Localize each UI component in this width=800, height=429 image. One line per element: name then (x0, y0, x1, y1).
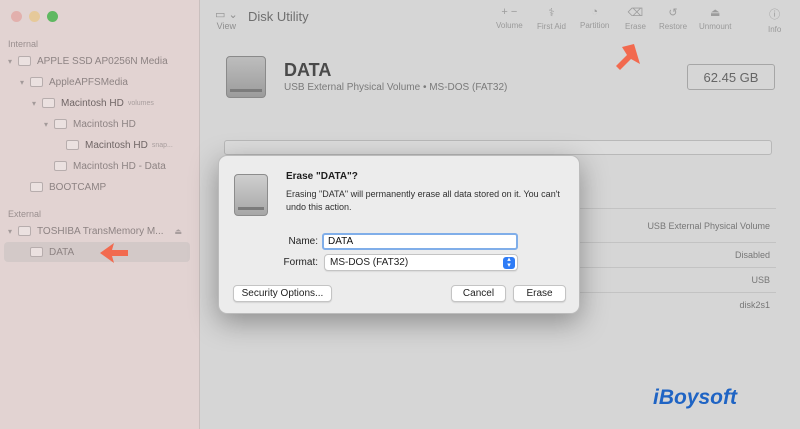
sidebar: Internal ▾ APPLE SSD AP0256N Media ▾ App… (0, 0, 200, 429)
name-label: Name: (288, 236, 318, 247)
first-aid-icon: ⚕ (548, 7, 555, 19)
sidebar-item-macintosh-hd-volumes[interactable]: ▾ Macintosh HD volumes (0, 93, 192, 113)
name-input[interactable] (322, 233, 518, 250)
volume-icon (54, 161, 67, 171)
sidebar-item-toshiba[interactable]: ▾ TOSHIBA TransMemory M... ⏏ (0, 221, 192, 241)
sidebar-item-label: TOSHIBA TransMemory M... (37, 225, 164, 237)
dialog-message: Erasing "DATA" will permanently erase al… (286, 189, 560, 212)
disk-icon (18, 56, 31, 66)
dialog-title: Erase "DATA"? (286, 171, 358, 182)
cancel-button[interactable]: Cancel (451, 285, 506, 302)
add-remove-volume-icon: + − (501, 6, 518, 18)
disclosure-triangle-icon[interactable]: ▾ (28, 99, 40, 108)
sidebar-item-label: AppleAPFSMedia (49, 76, 128, 88)
erase-dialog: Erase "DATA"? Erasing "DATA" will perman… (218, 155, 580, 314)
external-drive-icon (226, 56, 266, 98)
toolbar: ▭ ⌄ View Disk Utility + − Volume ⚕ First… (200, 0, 800, 40)
annotation-arrow-icon (100, 243, 128, 263)
view-label: View (216, 21, 237, 31)
zoom-window-button[interactable] (47, 11, 58, 22)
toolbar-label: Restore (659, 22, 688, 31)
security-options-button[interactable]: Security Options... (233, 285, 332, 302)
unmount-button[interactable]: ⏏ Unmount (699, 6, 731, 31)
erase-button[interactable]: ⌫ Erase (625, 6, 646, 31)
sidebar-item-bootcamp[interactable]: BOOTCAMP (0, 177, 192, 197)
sidebar-item-label: BOOTCAMP (49, 181, 107, 193)
sidebar-item-label: Macintosh HD - Data (73, 160, 166, 172)
toolbar-label: First Aid (537, 22, 566, 31)
sidebar-item-macintosh-hd-snapshot[interactable]: Macintosh HD snap... (0, 135, 192, 155)
toolbar-label: Volume (496, 21, 523, 30)
iboysoft-logo: iBoysoft (653, 386, 737, 409)
sidebar-item-sublabel: volumes (127, 99, 154, 107)
volume-icon (54, 119, 67, 129)
format-selected-value: MS-DOS (FAT32) (330, 257, 409, 268)
snapshot-volume-icon (66, 140, 79, 150)
toolbar-label: Info (768, 25, 782, 34)
volume-icon (30, 182, 43, 192)
toolbar-label: Unmount (699, 22, 732, 31)
sidebar-item-sublabel: snap... (151, 141, 173, 149)
partition-icon: ◔ (591, 6, 598, 18)
window-title: Disk Utility (248, 9, 309, 24)
volume-button[interactable]: + − Volume (496, 6, 523, 30)
close-window-button[interactable] (11, 11, 22, 22)
view-button[interactable]: ▭ ⌄ View (215, 8, 238, 31)
volume-name: DATA (284, 60, 332, 80)
sidebar-item-apfs-media[interactable]: ▾ AppleAPFSMedia (0, 72, 192, 92)
sidebar-item-label: DATA (49, 246, 75, 258)
volume-group-icon (42, 98, 55, 108)
disk-icon (18, 226, 31, 236)
toolbar-label: Erase (625, 22, 646, 31)
volume-size: 62.45 GB (687, 64, 775, 90)
info-button[interactable]: ⓘ Info (768, 6, 781, 34)
disclosure-triangle-icon[interactable]: ▾ (40, 120, 52, 129)
erase-icon: ⌫ (627, 7, 644, 19)
container-icon (30, 77, 43, 87)
volume-icon (30, 247, 43, 257)
sidebar-item-label: APPLE SSD AP0256N Media (37, 55, 168, 67)
chevron-up-down-icon: ▴ ▾ (503, 256, 515, 269)
sidebar-item-apple-ssd[interactable]: ▾ APPLE SSD AP0256N Media (0, 51, 192, 71)
disclosure-triangle-icon[interactable]: ▾ (4, 227, 16, 236)
usage-bar (224, 140, 772, 155)
first-aid-button[interactable]: ⚕ First Aid (537, 6, 566, 31)
restore-button[interactable]: ↺ Restore (659, 6, 687, 31)
sidebar-item-macintosh-hd[interactable]: ▾ Macintosh HD (0, 114, 192, 134)
erase-confirm-button[interactable]: Erase (513, 285, 566, 302)
disclosure-triangle-icon[interactable]: ▾ (16, 78, 28, 87)
info-icon: ⓘ (769, 9, 781, 21)
volume-description: USB External Physical Volume • MS-DOS (F… (284, 82, 508, 93)
format-label: Format: (283, 257, 318, 268)
partition-button[interactable]: ◔ Partition (580, 6, 609, 30)
annotation-arrow-icon (616, 44, 640, 70)
disclosure-triangle-icon[interactable]: ▾ (4, 57, 16, 66)
sidebar-section-external: External (8, 209, 42, 219)
sidebar-toggle-icon: ▭ ⌄ (215, 9, 238, 21)
restore-icon: ↺ (668, 7, 678, 19)
eject-icon[interactable]: ⏏ (174, 227, 182, 236)
sidebar-section-internal: Internal (8, 39, 39, 49)
window-controls (11, 11, 58, 22)
format-select[interactable]: MS-DOS (FAT32) ▴ ▾ (324, 254, 518, 271)
sidebar-item-macintosh-hd-data[interactable]: Macintosh HD - Data (0, 156, 192, 176)
sidebar-item-label: Macintosh HD (85, 139, 148, 151)
external-drive-icon (234, 174, 268, 216)
sidebar-item-label: Macintosh HD (73, 118, 136, 130)
sidebar-item-data[interactable]: DATA (4, 242, 190, 262)
unmount-icon: ⏏ (710, 7, 721, 19)
minimize-window-button[interactable] (29, 11, 40, 22)
sidebar-item-label: Macintosh HD (61, 97, 124, 109)
toolbar-label: Partition (580, 21, 610, 30)
